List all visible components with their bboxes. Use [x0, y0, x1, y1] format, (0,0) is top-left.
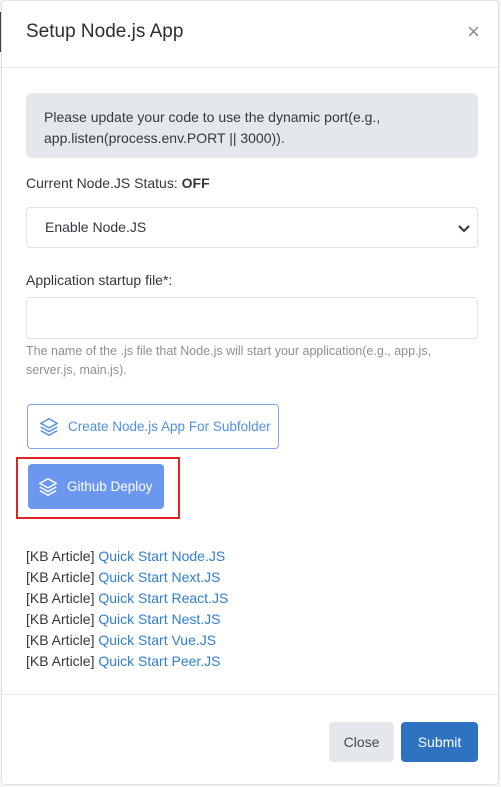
kb-link-nodejs[interactable]: Quick Start Node.JS	[98, 548, 225, 564]
port-info-alert: Please update your code to use the dynam…	[26, 93, 478, 158]
modal-header: Setup Node.js App ×	[2, 1, 498, 68]
status-label: Current Node.JS Status:	[26, 175, 178, 191]
nodejs-status: Current Node.JS Status: OFF	[26, 175, 210, 191]
kb-link-vuejs[interactable]: Quick Start Vue.JS	[98, 632, 216, 648]
modal-title: Setup Node.js App	[26, 21, 184, 42]
kb-link-peerjs[interactable]: Quick Start Peer.JS	[98, 653, 220, 669]
kb-article-list: [KB Article] Quick Start Node.JS [KB Art…	[26, 546, 228, 672]
list-item: [KB Article] Quick Start Vue.JS	[26, 630, 228, 651]
kb-prefix: [KB Article]	[26, 590, 95, 606]
list-item: [KB Article] Quick Start Node.JS	[26, 546, 228, 567]
status-value: OFF	[181, 175, 210, 191]
kb-prefix: [KB Article]	[26, 632, 95, 648]
modal-footer: Close Submit	[2, 694, 498, 787]
nodejs-enable-select[interactable]: Enable Node.JS	[26, 207, 478, 248]
close-icon[interactable]: ×	[467, 21, 480, 43]
submit-button[interactable]: Submit	[401, 722, 478, 762]
list-item: [KB Article] Quick Start Next.JS	[26, 567, 228, 588]
github-deploy-label: Github Deploy	[67, 479, 153, 494]
create-subfolder-app-button[interactable]: Create Node.js App For Subfolder	[27, 404, 279, 449]
close-button[interactable]: Close	[329, 722, 394, 762]
kb-prefix: [KB Article]	[26, 611, 95, 627]
list-item: [KB Article] Quick Start React.JS	[26, 588, 228, 609]
chevron-down-icon	[458, 225, 470, 233]
list-item: [KB Article] Quick Start Peer.JS	[26, 651, 228, 672]
kb-link-nestjs[interactable]: Quick Start Nest.JS	[98, 611, 220, 627]
github-deploy-button[interactable]: Github Deploy	[28, 464, 164, 509]
select-value: Enable Node.JS	[45, 219, 147, 235]
setup-nodejs-modal: Setup Node.js App × Please update your c…	[1, 0, 499, 785]
startup-file-input[interactable]	[26, 297, 478, 339]
create-subfolder-label: Create Node.js App For Subfolder	[68, 419, 271, 434]
kb-link-reactjs[interactable]: Quick Start React.JS	[98, 590, 228, 606]
kb-prefix: [KB Article]	[26, 548, 95, 564]
layers-icon	[40, 417, 58, 436]
list-item: [KB Article] Quick Start Nest.JS	[26, 609, 228, 630]
startup-file-label: Application startup file*:	[26, 272, 173, 288]
startup-file-help: The name of the .js file that Node.js wi…	[26, 344, 432, 377]
kb-prefix: [KB Article]	[26, 569, 95, 585]
kb-link-nextjs[interactable]: Quick Start Next.JS	[98, 569, 220, 585]
layers-icon	[39, 477, 57, 496]
kb-prefix: [KB Article]	[26, 653, 95, 669]
